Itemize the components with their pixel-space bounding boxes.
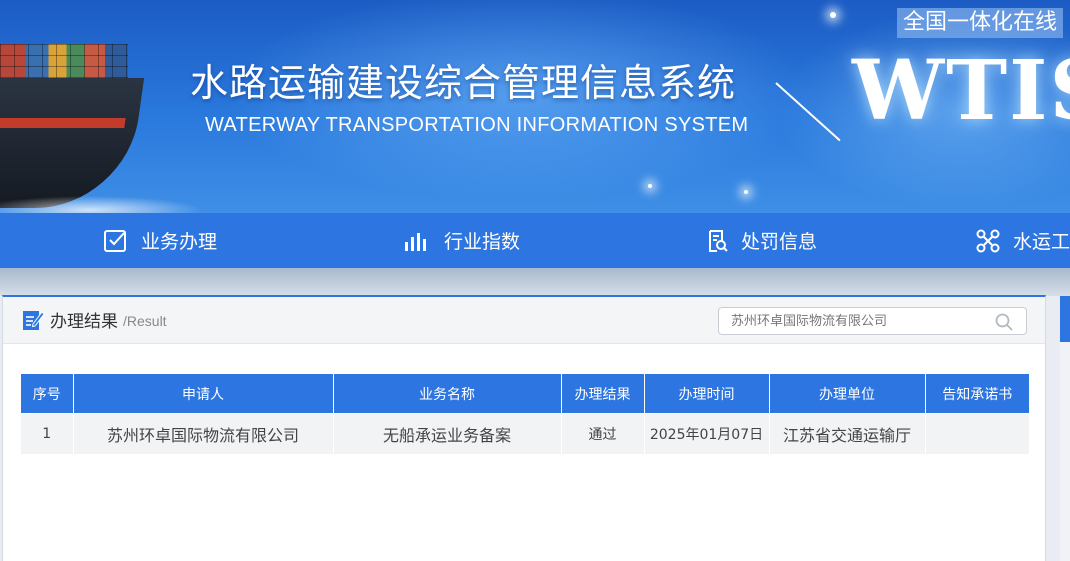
- column-header-time: 办理时间: [644, 374, 770, 414]
- cell-pledge[interactable]: [925, 413, 1029, 454]
- main-nav: 业务办理 行业指数 处罚信息 水运工: [0, 213, 1070, 268]
- panel-title-cn: 办理结果: [50, 312, 118, 332]
- network-icon: [976, 229, 1000, 252]
- cell-unit: 江苏省交通运输厅: [769, 413, 926, 454]
- gov-service-link[interactable]: 全国一体化在线: [897, 8, 1064, 38]
- document-search-icon: [709, 229, 728, 252]
- column-header-business: 业务名称: [333, 374, 562, 414]
- cell-business: 无船承运业务备案: [333, 413, 562, 454]
- result-panel: 办理结果 /Result 序号 申请人 业务名称 办理结果: [2, 295, 1046, 561]
- nav-item-label: 处罚信息: [741, 231, 818, 253]
- cell-result: 通过: [561, 413, 645, 454]
- cell-time: 2025年01月07日: [644, 413, 770, 454]
- edit-document-icon: [23, 310, 45, 330]
- nav-item-label: 业务办理: [141, 231, 218, 253]
- column-header-applicant: 申请人: [73, 374, 334, 414]
- search-box: [718, 307, 1027, 335]
- wtis-logo: WTIS: [852, 43, 1070, 139]
- nav-item-industry-index[interactable]: 行业指数: [404, 213, 520, 268]
- panel-header: 办理结果 /Result: [3, 297, 1045, 344]
- search-input[interactable]: [719, 308, 1001, 334]
- cell-applicant: 苏州环卓国际物流有限公司: [73, 413, 334, 454]
- water-spray-graphic: [0, 180, 260, 213]
- ship-stripe-graphic: [0, 118, 126, 128]
- nav-item-label: 水运工: [1013, 231, 1070, 253]
- header-banner: 水路运输建设综合管理信息系统 WATERWAY TRANSPORTATION I…: [0, 0, 1070, 213]
- table-header-row: 序号 申请人 业务名称 办理结果 办理时间 办理单位 告知承诺书: [21, 374, 1029, 414]
- system-subtitle: WATERWAY TRANSPORTATION INFORMATION SYST…: [205, 114, 749, 136]
- system-title: 水路运输建设综合管理信息系统: [190, 61, 737, 105]
- column-header-pledge: 告知承诺书: [925, 374, 1029, 414]
- column-header-unit: 办理单位: [769, 374, 926, 414]
- sparkle-decoration: [830, 12, 836, 18]
- nav-item-penalty-info[interactable]: 处罚信息: [707, 213, 817, 268]
- search-icon[interactable]: [994, 312, 1014, 332]
- decorative-band: [0, 268, 1070, 296]
- column-header-result: 办理结果: [561, 374, 645, 414]
- cell-index: 1: [21, 413, 74, 454]
- sparkle-decoration: [744, 190, 748, 194]
- nav-item-waterway[interactable]: 水运工: [975, 213, 1070, 268]
- table-row[interactable]: 1 苏州环卓国际物流有限公司 无船承运业务备案 通过 2025年01月07日 江…: [21, 413, 1029, 454]
- panel-title: 办理结果 /Result: [21, 307, 167, 332]
- nav-item-business[interactable]: 业务办理: [103, 213, 217, 268]
- checklist-icon: [104, 229, 126, 252]
- sparkle-decoration: [648, 184, 652, 188]
- side-panel-edge: [1060, 296, 1070, 561]
- bar-chart-icon: [405, 232, 426, 251]
- logo-slash-decoration: [775, 82, 841, 142]
- panel-title-en: /Result: [123, 312, 167, 329]
- result-table: 序号 申请人 业务名称 办理结果 办理时间 办理单位 告知承诺书 1 苏州环卓国…: [21, 374, 1029, 454]
- nav-item-label: 行业指数: [444, 231, 521, 253]
- column-header-index: 序号: [21, 374, 74, 414]
